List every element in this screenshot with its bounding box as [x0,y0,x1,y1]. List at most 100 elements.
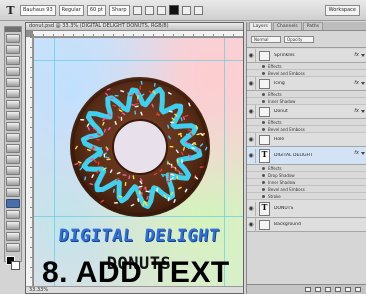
expand-effects-icon[interactable] [361,152,365,155]
layer-row[interactable]: ◉ Donut fx [247,104,366,119]
align-left-icon[interactable] [132,5,142,15]
layer-name[interactable]: Background [274,222,301,227]
background-color[interactable] [11,261,20,270]
align-right-icon[interactable] [156,5,166,15]
eraser-tool-icon[interactable] [6,144,20,153]
gradient-tool-icon[interactable] [6,155,20,164]
visibility-eye-icon[interactable]: ◉ [247,148,256,163]
layer-effect-row[interactable]: Stroke [247,193,366,200]
layer-row[interactable]: ◉ Background [247,217,366,232]
layer-fx-icon[interactable]: fx [354,80,359,86]
tab-layers[interactable]: Layers [249,22,272,30]
blend-mode-dropdown[interactable]: Normal [251,35,281,43]
font-family-dropdown[interactable]: Bauhaus 93 [20,4,56,16]
effect-visibility-icon[interactable] [262,64,265,68]
effect-visibility-icon[interactable] [262,99,265,103]
layer-effect-row[interactable]: Drop Shadow [247,172,366,179]
anti-alias-dropdown[interactable]: Sharp [108,4,130,16]
layer-fx-icon[interactable]: fx [354,52,359,58]
clone-stamp-tool-icon[interactable] [6,122,20,131]
shape-tool-icon[interactable] [6,221,20,230]
effect-visibility-icon[interactable] [262,166,265,170]
visibility-eye-icon[interactable]: ◉ [247,104,256,119]
headline-line-1[interactable]: DIGITAL DELIGHT [34,226,243,246]
effect-visibility-icon[interactable] [262,120,265,124]
layer-thumbnail[interactable] [259,134,270,145]
tab-paths[interactable]: Paths [302,22,323,30]
effect-visibility-icon[interactable] [262,187,265,191]
effect-visibility-icon[interactable] [262,180,265,184]
layer-row[interactable]: ◉ T DONUTS [247,200,366,218]
add-mask-icon[interactable] [325,287,331,292]
layer-effect-row[interactable]: Effects [247,63,366,70]
layer-effect-row[interactable]: Effects [247,91,366,98]
layer-thumbnail[interactable] [259,78,270,89]
dodge-tool-icon[interactable] [6,177,20,186]
effect-visibility-icon[interactable] [262,194,265,198]
move-tool-icon[interactable] [6,34,20,43]
marquee-tool-icon[interactable] [6,45,20,54]
tools-panel-grip[interactable] [5,27,21,32]
vertical-ruler[interactable] [26,37,33,293]
layer-name[interactable]: DONUTS [274,206,293,211]
hand-tool-icon[interactable] [6,232,20,241]
layer-thumbnail[interactable] [259,106,270,117]
text-color-swatch[interactable] [168,5,179,15]
layer-fx-icon[interactable]: fx [354,108,359,114]
text-layer-thumbnail[interactable]: T [259,148,270,163]
layer-name[interactable]: Hole [274,137,284,142]
visibility-eye-icon[interactable]: ◉ [247,76,256,91]
visibility-eye-icon[interactable]: ◉ [247,217,256,232]
character-panel-icon[interactable] [193,5,203,15]
layer-name[interactable]: DIGITAL DELIGHT [274,153,313,158]
new-layer-icon[interactable] [345,287,351,292]
layer-row[interactable]: ◉ Hole [247,132,366,147]
visibility-eye-icon[interactable]: ◉ [247,48,256,63]
expand-effects-icon[interactable] [361,54,365,57]
path-selection-tool-icon[interactable] [6,210,20,219]
effect-visibility-icon[interactable] [262,173,265,177]
effect-visibility-icon[interactable] [262,92,265,96]
zoom-tool-icon[interactable] [6,243,20,252]
tab-channels[interactable]: Channels [272,22,302,30]
layer-name[interactable]: Icing [274,81,285,86]
layer-row[interactable]: ◉ Icing fx [247,76,366,91]
layer-thumbnail[interactable] [259,219,270,230]
layer-effect-row[interactable]: Inner Shadow [247,98,366,105]
text-layer-thumbnail[interactable]: T [259,201,270,216]
document-canvas[interactable]: DIGITAL DELIGHT DONUTS [34,38,243,288]
crop-tool-icon[interactable] [6,78,20,87]
layer-name[interactable]: Donut [274,109,288,114]
expand-effects-icon[interactable] [361,82,365,85]
healing-brush-tool-icon[interactable] [6,100,20,109]
font-size-dropdown[interactable]: 60 pt [86,4,106,16]
type-tool-button[interactable] [6,199,20,208]
layer-name[interactable]: Sprinkles [274,53,295,58]
add-style-icon[interactable] [315,287,321,292]
brush-tool-icon[interactable] [6,111,20,120]
effect-visibility-icon[interactable] [262,127,265,131]
document-title[interactable]: donut.psd @ 33.3% (DIGITAL DELIGHT DONUT… [26,23,243,31]
eyedropper-tool-icon[interactable] [6,89,20,98]
workspace-dropdown[interactable]: Workspace [324,4,360,16]
layer-effect-row[interactable]: Inner Shadow [247,179,366,186]
delete-layer-icon[interactable] [355,287,361,292]
layer-effect-row[interactable]: Bevel and Emboss [247,186,366,193]
blur-tool-icon[interactable] [6,166,20,175]
layer-fx-icon[interactable]: fx [354,150,359,156]
layer-effect-row[interactable]: Bevel and Emboss [247,70,366,77]
warp-text-icon[interactable] [181,5,191,15]
visibility-eye-icon[interactable]: ◉ [247,132,256,147]
color-swatches[interactable] [6,256,20,270]
magic-wand-tool-icon[interactable] [6,67,20,76]
layer-row[interactable]: ◉ T DIGITAL DELIGHT fx [247,147,366,165]
layer-effect-row[interactable]: Effects [247,165,366,172]
layer-effect-row[interactable]: Effects [247,119,366,126]
layer-row[interactable]: ◉ Sprinkles fx [247,48,366,63]
lasso-tool-icon[interactable] [6,56,20,65]
pen-tool-icon[interactable] [6,188,20,197]
font-style-dropdown[interactable]: Regular [58,4,84,16]
layer-thumbnail[interactable] [259,50,270,61]
type-tool-icon[interactable]: T [4,4,17,17]
new-group-icon[interactable] [335,287,341,292]
